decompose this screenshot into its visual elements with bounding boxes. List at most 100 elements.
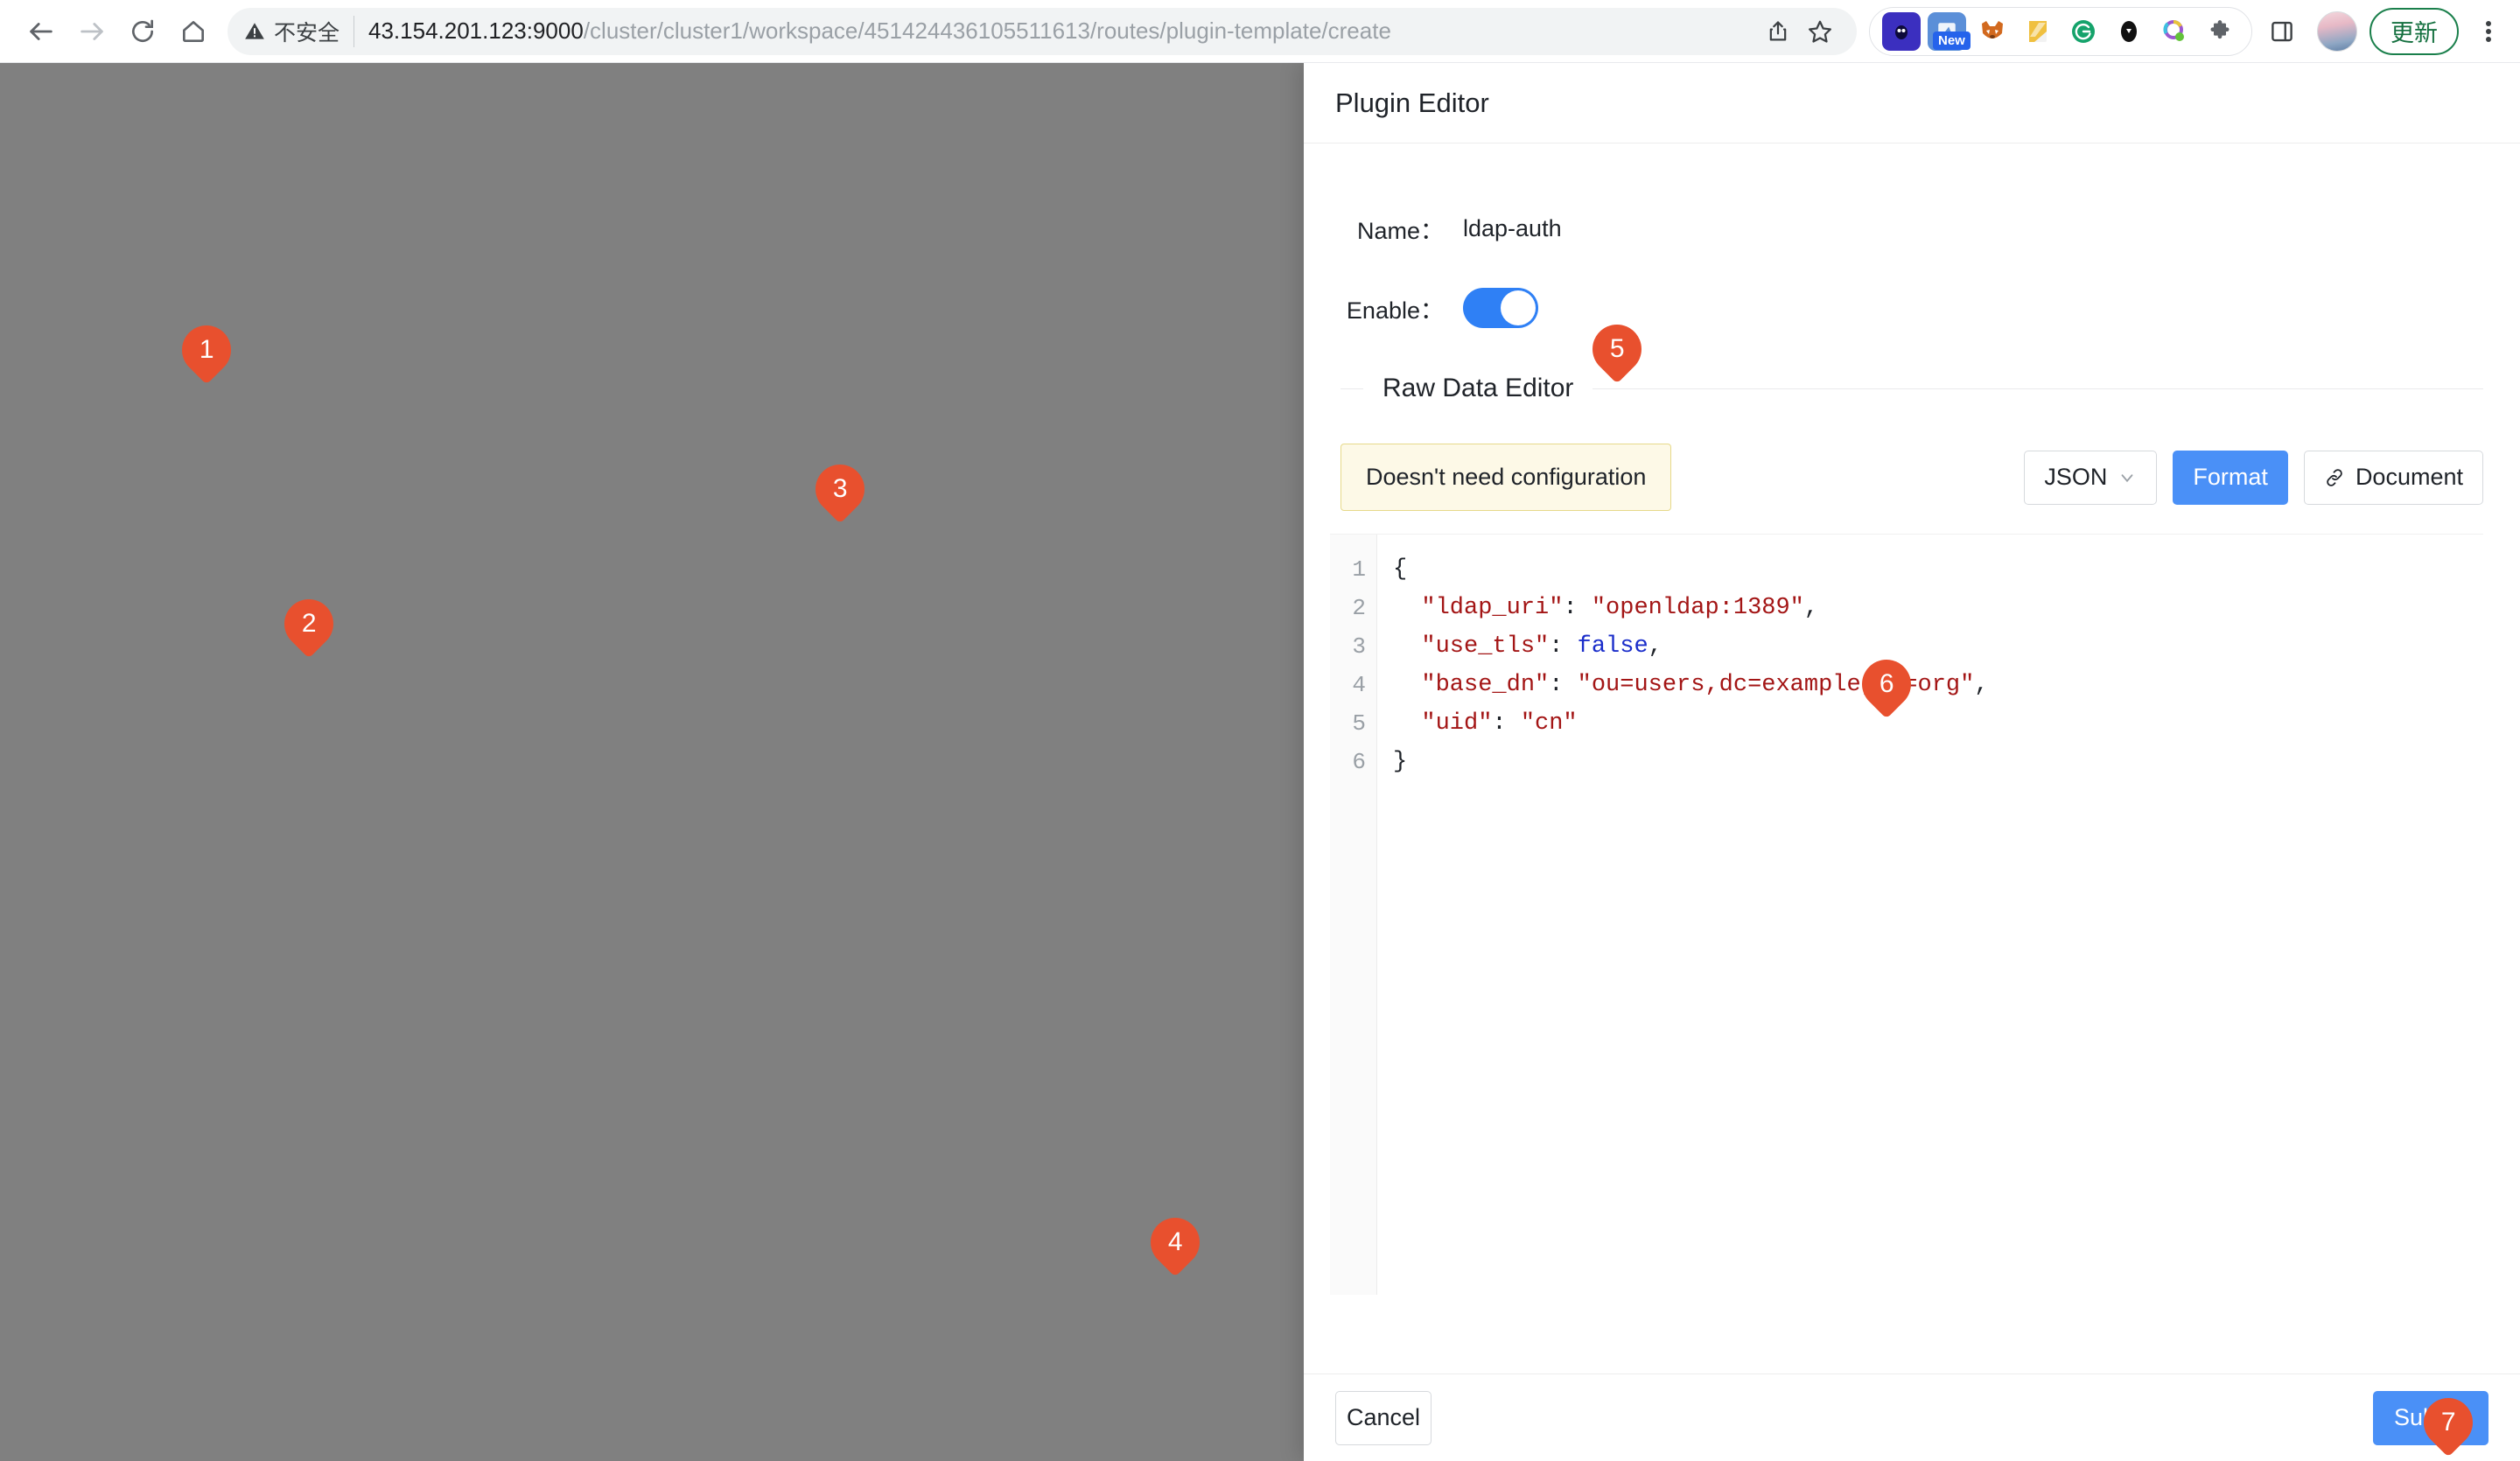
url-path: /cluster/cluster1/workspace/451424436105… <box>583 17 1391 44</box>
sidebar-item-audit[interactable]: Audit <box>0 997 449 1081</box>
no-config-notice: Doesn't need configuration <box>1340 444 1672 511</box>
extension-new-badge: New <box>1933 31 1970 50</box>
plugin-search-input[interactable]: ldap <box>834 661 1236 725</box>
sidebar-item-global-plugin[interactable]: Global Plugin <box>0 913 449 997</box>
editor-toolbar: Doesn't need configuration JSON Format D… <box>1340 444 2483 511</box>
screenshot-extension-icon[interactable]: New <box>1928 11 1970 51</box>
enable-toggle[interactable] <box>1463 288 1538 328</box>
profile-avatar[interactable] <box>2317 10 2357 52</box>
address-bar[interactable]: 不安全 43.154.201.123:9000/cluster/cluster1… <box>228 7 1857 55</box>
sidebar-item-label: Global Plugin <box>88 941 234 968</box>
page-back-button[interactable] <box>485 245 514 279</box>
code-content[interactable]: { "ldap_uri": "openldap:1389", "use_tls"… <box>1377 535 2483 1295</box>
format-button[interactable]: Format <box>2173 450 2288 505</box>
step-badge-number: 2 <box>301 609 317 638</box>
sidebar-item-label: Metrics <box>88 269 167 297</box>
category-security[interactable]: Security <box>541 707 804 753</box>
alarm-light-icon <box>30 1109 68 1137</box>
category-serverless[interactable]: Serverless <box>541 800 804 846</box>
sidebar-back-button[interactable] <box>30 171 110 226</box>
drawer-title: Plugin Editor <box>1335 87 1489 118</box>
sidebar-item-alarm[interactable]: Alarm <box>0 1081 449 1165</box>
share-icon[interactable] <box>1757 10 1799 52</box>
sidebar-item-metrics[interactable]: Metrics <box>0 241 449 325</box>
plugin-enable-button[interactable]: Enable <box>903 1074 1036 1129</box>
line-number: 6 <box>1352 749 1366 775</box>
page-header: Create Plugin Template <box>450 207 1304 282</box>
refresh-icon[interactable] <box>382 177 426 220</box>
firefox-fox-extension-icon[interactable] <box>1973 12 2012 51</box>
kebab-menu-icon[interactable] <box>2464 7 2513 56</box>
dark-reader-extension-icon[interactable] <box>1882 11 1921 51</box>
collapse-sidebar-icon[interactable] <box>30 1396 60 1430</box>
topnav-item-system-management[interactable]: System Man <box>976 63 1219 147</box>
colorpick-extension-icon[interactable] <box>2155 12 2194 51</box>
plugin-name-label: Name： <box>1356 218 1444 244</box>
ruler-extension-icon[interactable] <box>2019 12 2057 51</box>
sidebar-item-consumer[interactable]: Consumer <box>0 745 449 829</box>
cluster-select[interactable]: LDAP <box>124 171 368 226</box>
sidebar-item-release-management[interactable]: Release Management <box>0 577 449 661</box>
reload-icon[interactable] <box>117 6 168 57</box>
line-number: 5 <box>1352 710 1366 737</box>
sidebar-item-label: Audit <box>88 1025 144 1052</box>
cancel-button[interactable]: Cancel <box>1335 1390 1432 1445</box>
sidebar-item-upstream[interactable]: Upstream <box>0 661 449 745</box>
grammarly-extension-icon[interactable] <box>2064 12 2103 51</box>
topnav-item-access-control[interactable]: Access Control <box>704 63 976 147</box>
line-number: 3 <box>1352 633 1366 660</box>
chevron-up-icon[interactable] <box>382 353 405 382</box>
puzzle-extensions-icon[interactable] <box>2201 12 2239 51</box>
audit-search-icon <box>30 1025 68 1053</box>
plugin-card-ldap-auth[interactable]: ldap-auth Enable <box>834 820 1105 1150</box>
security-chip[interactable]: 不安全 <box>243 15 355 47</box>
category-other[interactable]: Other <box>541 892 804 939</box>
plugin-search-value: ldap <box>850 679 896 706</box>
plugin-enable-row: Enable： <box>1340 288 2520 328</box>
code-editor[interactable]: 1 2 3 4 5 6 { "ldap_uri": "openldap:1389… <box>1330 534 2483 1295</box>
forward-arrow-icon[interactable] <box>66 6 117 57</box>
side-panel-icon[interactable] <box>2261 10 2303 52</box>
plugin-card-title: ldap-auth <box>835 821 1104 903</box>
sidebar-item-protocol-buffers[interactable]: Protocol Buffers <box>0 829 449 913</box>
category-traffic-control[interactable]: Traffic Control <box>541 753 804 800</box>
cancel-label: Cancel <box>1346 1404 1421 1430</box>
format-type-select[interactable]: JSON <box>2024 450 2158 505</box>
description-input[interactable]: LDAP G <box>676 365 1266 447</box>
topnav-label: Access Control <box>774 90 946 119</box>
sidebar-header: LDAP <box>0 147 449 241</box>
form-card: Description： LDAP G Labels： -- Manage Au… <box>486 332 1267 1435</box>
topnav-item-cluster-management[interactable]: Cluster Management <box>366 63 705 147</box>
brand-name: API7.ai <box>94 87 206 122</box>
step-badge-number: 4 <box>1167 1227 1183 1256</box>
document-button[interactable]: Document <box>2303 450 2483 505</box>
sidebar-item-label: List <box>54 437 93 465</box>
plugin-editor-drawer: Plugin Editor Name： ldap-auth Enable： Ra… <box>1304 63 2520 1461</box>
sidebar-item-plugin-template[interactable]: Plugin Template <box>0 493 449 577</box>
manage-button[interactable]: Manage <box>676 559 803 613</box>
category-tracing-metrics-logging[interactable]: Tracing & Metrics & Loggi... <box>541 846 819 892</box>
plug-icon <box>944 947 994 998</box>
brand-logo[interactable]: API7.ai <box>0 63 366 147</box>
home-icon[interactable] <box>168 6 219 57</box>
sidebar-item-list[interactable]: List <box>0 409 449 493</box>
chevron-down-icon[interactable] <box>382 1109 405 1138</box>
url-host: 43.154.201.123:9000 <box>368 17 584 44</box>
raw-data-editor-divider: Raw Data Editor <box>1340 374 2483 403</box>
category-authentication[interactable]: Authentication <box>541 661 804 707</box>
breadcrumb-root[interactable]: Cluster Management <box>485 180 704 206</box>
lightning-bolt-icon <box>52 83 79 127</box>
cube-icon <box>30 941 68 969</box>
plugin-selector: Authentication Security Traffic Control … <box>487 661 1266 1245</box>
star-icon[interactable] <box>1799 10 1841 52</box>
back-arrow-icon[interactable] <box>16 6 66 57</box>
sidebar-item-label: Consumer <box>88 773 201 800</box>
description-row: Description： LDAP G <box>487 333 1266 447</box>
section-divider-security: Security <box>834 1189 1236 1219</box>
labels-row: Labels： -- <box>487 447 1266 529</box>
description-value: LDAP <box>694 385 759 412</box>
labels-label: Labels： <box>566 500 663 527</box>
vimium-extension-icon[interactable] <box>2110 12 2148 51</box>
update-button[interactable]: 更新 <box>2370 7 2459 55</box>
page-title: Create Plugin Template <box>534 242 920 281</box>
